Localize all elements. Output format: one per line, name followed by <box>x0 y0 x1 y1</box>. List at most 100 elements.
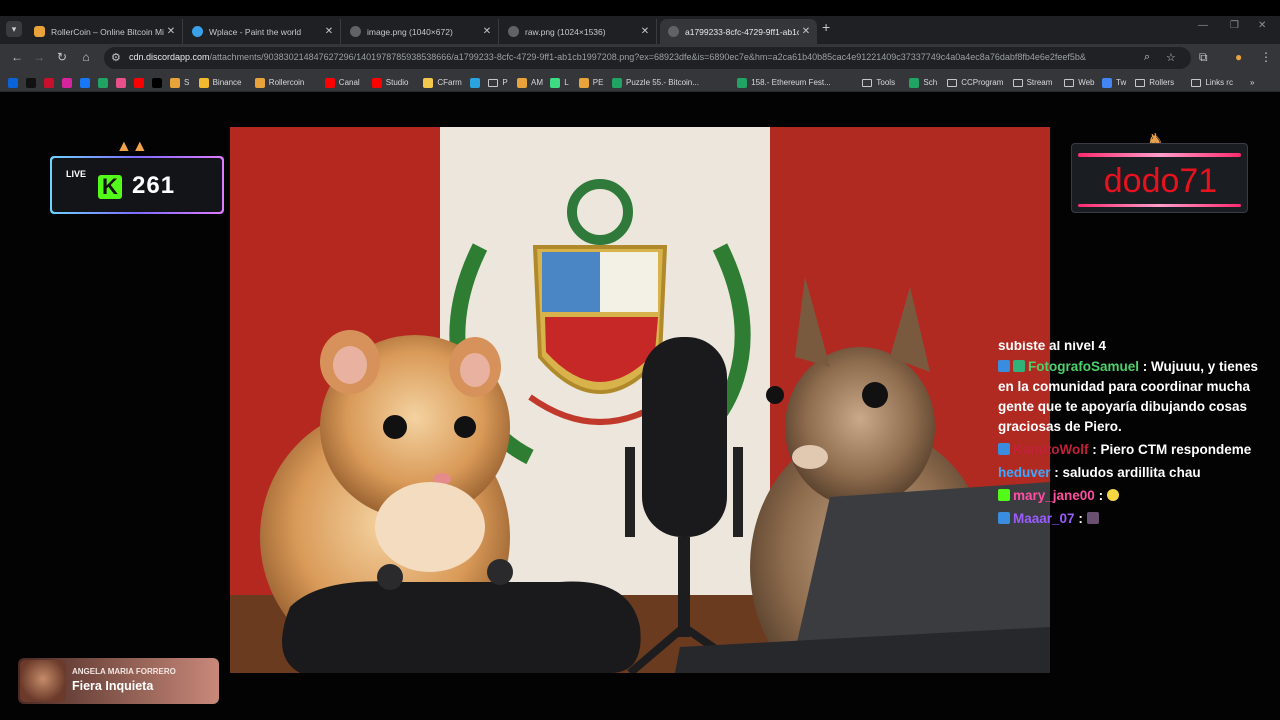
address-url[interactable]: cdn.discordapp.com/attachments/903830214… <box>129 52 1129 62</box>
bookmark-item[interactable]: AM <box>517 76 543 89</box>
reload-icon[interactable]: ↻ <box>54 50 70 64</box>
bookmark-label: CCProgram <box>961 78 1004 87</box>
bookmark-item[interactable]: L <box>550 76 569 89</box>
bookmark-item[interactable] <box>470 76 484 89</box>
tab-close-icon[interactable]: ✕ <box>164 26 178 37</box>
tool-icon <box>517 77 527 88</box>
more-bookmarks-icon[interactable]: » <box>1250 76 1254 89</box>
tab-title: a1799233-8cfc-4729-9ff1-ab1cb1997208.png <box>685 26 799 37</box>
fox-mascot-icon: ▲▲ <box>116 138 148 155</box>
bookmark-item[interactable]: Rollercoin <box>254 76 304 89</box>
bookmark-item[interactable]: Tw <box>1102 76 1126 89</box>
url-path: /attachments/903830214847627296/14019787… <box>209 52 1086 62</box>
globe-icon <box>350 26 361 37</box>
chat-text: : Piero CTM respondeme <box>1088 442 1252 457</box>
chat-username: mary_jane00 <box>1013 488 1095 503</box>
bookmark-item[interactable]: Links rc <box>1191 76 1233 89</box>
address-bar[interactable]: ⚙ cdn.discordapp.com/attachments/9038302… <box>104 47 1191 69</box>
bookmark-item[interactable] <box>134 76 148 89</box>
bookmark-item[interactable]: S <box>170 76 189 89</box>
site-info-icon[interactable]: ⚙ <box>111 51 121 64</box>
tool-icon <box>578 77 589 88</box>
bookmark-item[interactable] <box>62 76 76 89</box>
calendar-icon <box>1102 77 1112 88</box>
bookmark-item[interactable]: Rollers <box>1135 76 1174 89</box>
browser-toolbar: ← → ↻ ⌂ ⚙ cdn.discordapp.com/attachments… <box>0 44 1280 72</box>
restore-icon[interactable]: ❐ <box>1230 20 1239 31</box>
chat-username: heduver <box>998 465 1051 480</box>
bookmark-item[interactable] <box>80 76 94 89</box>
emote-icon <box>1106 489 1119 501</box>
bookmark-item[interactable]: CFarm <box>423 76 462 89</box>
telegram-icon <box>470 77 481 88</box>
bookmark-item[interactable]: Puzzle 55.- Bitcoin... <box>612 76 699 89</box>
chat-message: mary_jane00 : <box>998 486 1268 506</box>
chat-message: Maaar_07 : <box>998 509 1268 529</box>
tab-wplace[interactable]: Wplace - Paint the world ✕ <box>184 19 341 44</box>
tab-close-icon[interactable]: ✕ <box>322 26 336 37</box>
bookmark-label: Binance <box>212 78 242 87</box>
extensions-icon[interactable]: ⧉ <box>1199 50 1208 65</box>
tab-image-png[interactable]: image.png (1040×672) ✕ <box>342 19 499 44</box>
bookmark-item[interactable]: Web <box>1064 76 1095 89</box>
bookmark-label: CFarm <box>437 78 462 87</box>
bookmark-label: 158.- Ethereum Fest... <box>751 78 831 87</box>
bookmark-item[interactable]: CCProgram <box>947 76 1003 89</box>
chat-username: KanutoWolf <box>1013 442 1089 457</box>
tab-close-icon[interactable]: ✕ <box>799 26 813 37</box>
new-tab-button[interactable]: + <box>822 19 830 35</box>
forward-icon[interactable]: → <box>31 50 47 64</box>
tab-close-icon[interactable]: ✕ <box>638 26 652 37</box>
bookmark-item[interactable] <box>26 76 40 89</box>
bookmark-item[interactable] <box>98 76 112 89</box>
bookmark-label: P <box>502 78 508 87</box>
bookmark-item[interactable]: Tools <box>862 76 895 89</box>
bookmark-item[interactable] <box>8 76 22 89</box>
menu-kebab-icon[interactable]: ⋮ <box>1260 50 1272 64</box>
bookmark-item[interactable]: P <box>488 76 508 89</box>
threads-icon <box>26 77 36 88</box>
bookmark-item[interactable]: 158.- Ethereum Fest... <box>737 76 831 89</box>
tab-raw-png[interactable]: raw.png (1024×1536) ✕ <box>500 19 657 44</box>
stream-page: LIVE K 261 ▲▲ ♞ dodo71 subiste al nivel … <box>0 92 1280 720</box>
home-icon[interactable]: ⌂ <box>78 50 94 64</box>
tab-discord-image[interactable]: a1799233-8cfc-4729-9ff1-ab1cb1997208.png… <box>660 19 817 44</box>
close-window-icon[interactable]: ✕ <box>1258 20 1266 31</box>
chat-message-partial: subiste al nivel 4 <box>998 341 1268 351</box>
folder-icon <box>947 78 958 87</box>
bookmark-item[interactable]: Studio <box>371 76 408 89</box>
tab-rollercoin[interactable]: RollerCoin – Online Bitcoin Mining ✕ <box>26 19 183 44</box>
bookmark-item[interactable] <box>44 76 58 89</box>
asterisk-icon <box>550 77 561 88</box>
bookmark-item[interactable]: Canal <box>324 76 360 89</box>
rollercoin-icon <box>170 77 180 88</box>
now-playing-widget: ANGELA MARIA FORRERO Fiera Inquieta <box>18 658 219 704</box>
folder-icon <box>862 78 873 87</box>
chat-message: KanutoWolf : Piero CTM respondeme <box>998 440 1268 460</box>
bookmark-label: Tw <box>1116 78 1127 87</box>
song-title: Fiera Inquieta <box>72 679 154 693</box>
bookmark-item[interactable]: PE <box>578 76 603 89</box>
chat-text: : saludos ardillita chau <box>1050 465 1201 480</box>
x-icon <box>152 77 162 88</box>
zoom-search-icon[interactable]: ⌕ <box>1144 51 1150 64</box>
url-host: cdn.discordapp.com <box>129 52 210 62</box>
bookmark-item[interactable]: Binance <box>198 76 242 89</box>
bookmark-item[interactable]: Stream <box>1012 76 1053 89</box>
tab-search-button[interactable]: ▾ <box>6 21 22 37</box>
tab-close-icon[interactable]: ✕ <box>480 26 494 37</box>
bookmark-star-icon[interactable]: ☆ <box>1166 51 1176 64</box>
profile-avatar-icon[interactable]: ● <box>1235 50 1242 64</box>
bookmark-item[interactable]: Sch <box>909 76 937 89</box>
bookmark-label: Stream <box>1026 78 1053 87</box>
folder-icon <box>1012 78 1023 87</box>
bookmark-label: Web <box>1078 78 1095 87</box>
bookmark-label: L <box>564 78 569 87</box>
bookmark-item[interactable] <box>152 76 166 89</box>
bookmark-item[interactable] <box>116 76 130 89</box>
minimize-icon[interactable]: — <box>1198 20 1208 31</box>
chat-overlay: subiste al nivel 4 FotografoSamuel : Wuj… <box>998 341 1268 532</box>
screen-top-strip <box>0 0 1280 16</box>
back-icon[interactable]: ← <box>9 50 25 64</box>
globe-icon <box>508 26 519 37</box>
